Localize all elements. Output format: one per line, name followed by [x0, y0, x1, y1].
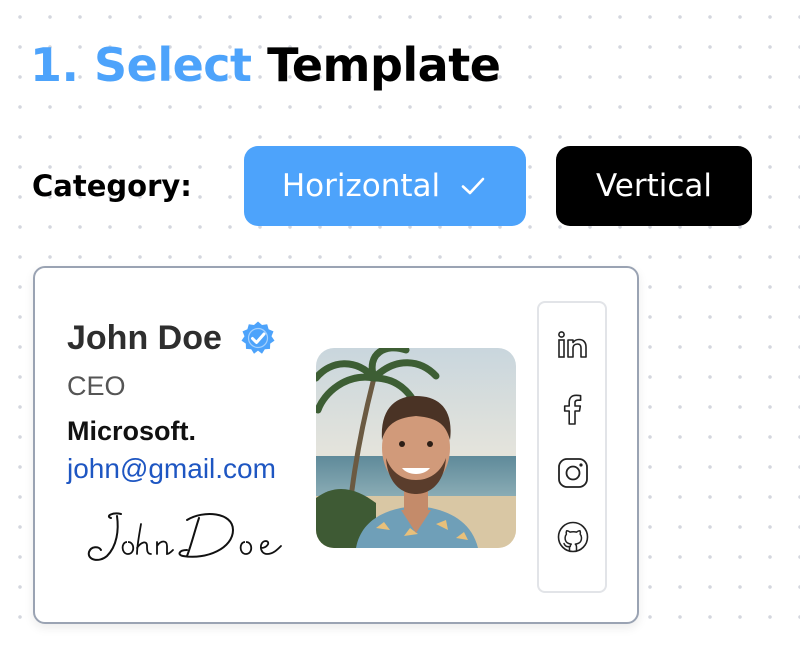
- heading-number: 1.: [30, 38, 79, 92]
- company-name: Microsoft.: [67, 416, 197, 446]
- horizontal-button-label: Horizontal: [281, 168, 441, 204]
- vertical-category-button[interactable]: Vertical: [556, 146, 752, 226]
- signature-template-card[interactable]: John Doe CEO Microsoft. john@gmail.com: [33, 266, 639, 624]
- category-label: Category:: [32, 169, 192, 203]
- handwritten-signature: [83, 506, 293, 566]
- name-row: John Doe: [67, 318, 276, 358]
- facebook-icon[interactable]: [555, 391, 591, 427]
- email-link[interactable]: john@gmail.com: [67, 453, 276, 485]
- instagram-icon[interactable]: [555, 455, 591, 491]
- heading-rest: Template: [267, 38, 501, 92]
- heading-accent-word: Select: [94, 38, 252, 92]
- linkedin-icon[interactable]: [555, 327, 591, 363]
- person-name: John Doe: [67, 319, 222, 357]
- verified-badge-icon: [240, 320, 276, 356]
- check-icon: [458, 171, 488, 201]
- social-links-panel: [537, 301, 607, 593]
- profile-photo: [316, 348, 516, 548]
- section-heading: 1. Select Template: [30, 38, 501, 93]
- horizontal-category-button[interactable]: Horizontal: [244, 146, 526, 226]
- github-icon[interactable]: [555, 519, 591, 555]
- vertical-button-label: Vertical: [595, 168, 713, 204]
- person-role: CEO: [67, 371, 126, 401]
